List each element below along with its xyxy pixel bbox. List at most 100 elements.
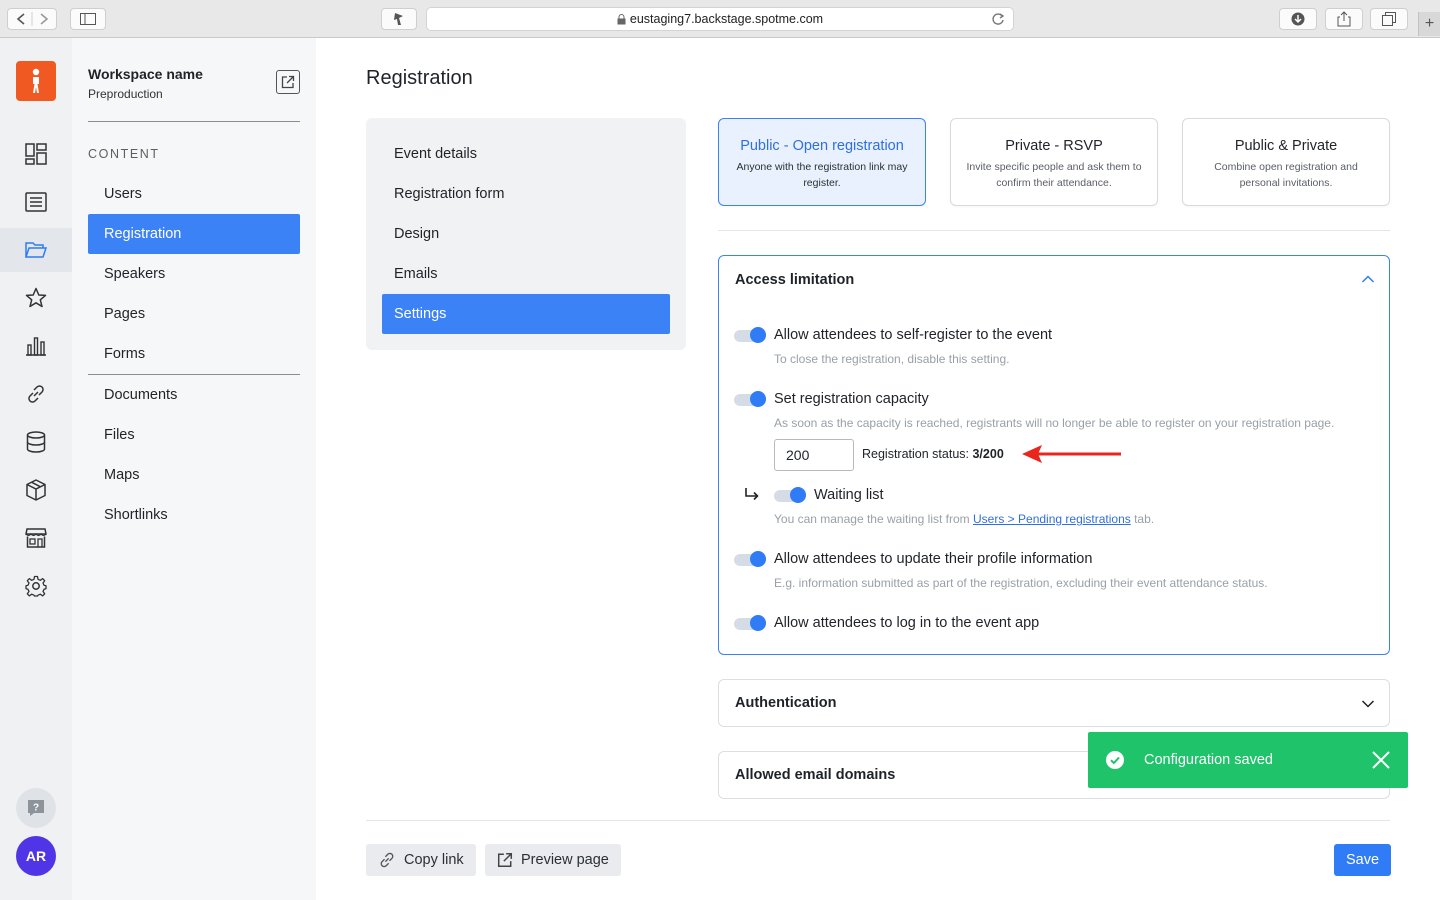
tab-settings[interactable]: Settings: [382, 294, 670, 334]
database-icon: [26, 431, 46, 453]
external-link-icon: [497, 852, 513, 868]
registration-type-private-rsvp[interactable]: Private - RSVP Invite specific people an…: [950, 118, 1158, 206]
rail-data[interactable]: [0, 420, 72, 464]
capacity-toggle[interactable]: [734, 391, 766, 407]
waiting-list-help-suffix: tab.: [1130, 512, 1155, 526]
back-forward-icon: [16, 12, 49, 26]
tab-event-details[interactable]: Event details: [382, 134, 670, 174]
sidebar-toggle-button[interactable]: [70, 8, 106, 30]
page-title: Registration: [366, 67, 473, 89]
capacity-label: Set registration capacity: [774, 391, 929, 407]
pending-registrations-link[interactable]: Users > Pending registrations: [973, 512, 1131, 526]
store-icon: [25, 528, 47, 548]
toast-notification: Configuration saved: [1088, 732, 1408, 788]
folder-icon: [25, 242, 47, 258]
reload-icon[interactable]: [991, 12, 1005, 26]
open-workspace-button[interactable]: [276, 70, 300, 94]
self-register-toggle[interactable]: [734, 327, 766, 343]
check-circle-icon: [1106, 751, 1124, 769]
star-icon: [25, 287, 47, 308]
waiting-list-toggle[interactable]: [774, 487, 806, 503]
update-profile-label: Allow attendees to update their profile …: [774, 551, 1093, 567]
save-button[interactable]: Save: [1334, 844, 1391, 876]
rail-dashboard[interactable]: [0, 132, 72, 176]
external-link-icon: [281, 75, 295, 89]
tab-registration-form[interactable]: Registration form: [382, 174, 670, 214]
person-logo-icon: [32, 68, 40, 93]
sidebar-item-documents[interactable]: Documents: [88, 375, 300, 415]
downloads-button[interactable]: [1279, 8, 1317, 30]
registration-type-description: Anyone with the registration link may re…: [736, 161, 908, 189]
tab-emails[interactable]: Emails: [382, 254, 670, 294]
share-button[interactable]: [1325, 8, 1363, 30]
sidebar-item-shortlinks[interactable]: Shortlinks: [88, 495, 300, 535]
sidebar-item-pages[interactable]: Pages: [88, 294, 300, 334]
gear-icon: [25, 575, 47, 597]
panel-title: Allowed email domains: [735, 767, 896, 783]
link-icon: [28, 385, 44, 403]
tab-design[interactable]: Design: [382, 214, 670, 254]
registration-type-title: Public & Private: [1234, 138, 1338, 154]
rail-analytics[interactable]: [0, 324, 72, 368]
help-button[interactable]: ?: [16, 788, 56, 828]
authentication-panel[interactable]: Authentication: [718, 679, 1390, 727]
chevron-up-icon[interactable]: [1361, 274, 1375, 284]
user-avatar[interactable]: AR: [16, 836, 56, 876]
extension-button[interactable]: [381, 8, 417, 30]
new-tab-button[interactable]: +: [1418, 12, 1440, 36]
close-icon[interactable]: [1372, 751, 1390, 769]
icon-rail: ? AR: [0, 38, 72, 900]
dashboard-icon: [25, 143, 47, 165]
sidebar-item-maps[interactable]: Maps: [88, 455, 300, 495]
back-forward-buttons[interactable]: [7, 8, 57, 30]
registration-type-public-open[interactable]: Public - Open registration Anyone with t…: [718, 118, 926, 206]
extension-icon: [394, 13, 403, 25]
sidebar-divider: [88, 121, 300, 122]
browser-toolbar: eustaging7.backstage.spotme.com +: [0, 0, 1440, 38]
preview-page-button[interactable]: Preview page: [485, 844, 621, 876]
waiting-list-help: You can manage the waiting list from Use…: [774, 512, 1154, 526]
registration-status-label: Registration status:: [862, 447, 969, 461]
rail-favorites[interactable]: [0, 276, 72, 320]
registration-type-description: Combine open registration and personal i…: [1214, 161, 1358, 189]
annotation-arrow-icon: [1022, 445, 1121, 463]
toast-message: Configuration saved: [1144, 752, 1273, 768]
sidebar-item-speakers[interactable]: Speakers: [88, 254, 300, 294]
sidebar-icon: [80, 13, 96, 25]
waiting-list-help-prefix: You can manage the waiting list from: [774, 512, 974, 526]
sidebar-item-files[interactable]: Files: [88, 415, 300, 455]
self-register-help: To close the registration, disable this …: [774, 352, 1010, 366]
download-icon: [1291, 12, 1305, 26]
panel-title[interactable]: Access limitation: [735, 272, 854, 288]
workspace-name: Workspace name: [88, 66, 203, 82]
login-label: Allow attendees to log in to the event a…: [774, 615, 1040, 631]
update-profile-toggle[interactable]: [734, 551, 766, 567]
rail-content[interactable]: [0, 228, 72, 272]
preview-page-label: Preview page: [521, 852, 609, 868]
registration-type-title: Private - RSVP: [1005, 138, 1103, 154]
box-icon: [26, 479, 46, 501]
rail-store[interactable]: [0, 516, 72, 560]
capacity-help: As soon as the capacity is reached, regi…: [774, 416, 1335, 430]
registration-type-description: Invite specific people and ask them to c…: [966, 161, 1142, 189]
chevron-down-icon[interactable]: [1361, 699, 1375, 709]
waiting-list-label: Waiting list: [814, 487, 884, 503]
rail-packages[interactable]: [0, 468, 72, 512]
login-toggle[interactable]: [734, 615, 766, 631]
capacity-input[interactable]: [774, 439, 854, 471]
registration-type-title: Public - Open registration: [740, 138, 904, 154]
rail-integrations[interactable]: [0, 372, 72, 416]
registration-type-public-private[interactable]: Public & Private Combine open registrati…: [1182, 118, 1390, 206]
address-bar[interactable]: eustaging7.backstage.spotme.com: [426, 7, 1014, 31]
share-icon: [1337, 11, 1351, 27]
sidebar-item-registration[interactable]: Registration: [88, 214, 300, 254]
workspace-subtitle: Preproduction: [88, 87, 163, 101]
sidebar-item-forms[interactable]: Forms: [88, 334, 300, 374]
app-logo[interactable]: [16, 61, 56, 101]
rail-settings[interactable]: [0, 564, 72, 608]
copy-link-button[interactable]: Copy link: [366, 844, 476, 876]
rail-list[interactable]: [0, 180, 72, 224]
registration-status: Registration status: 3/200: [862, 447, 1004, 461]
tabs-button[interactable]: [1370, 8, 1408, 30]
sidebar-item-users[interactable]: Users: [88, 174, 300, 214]
